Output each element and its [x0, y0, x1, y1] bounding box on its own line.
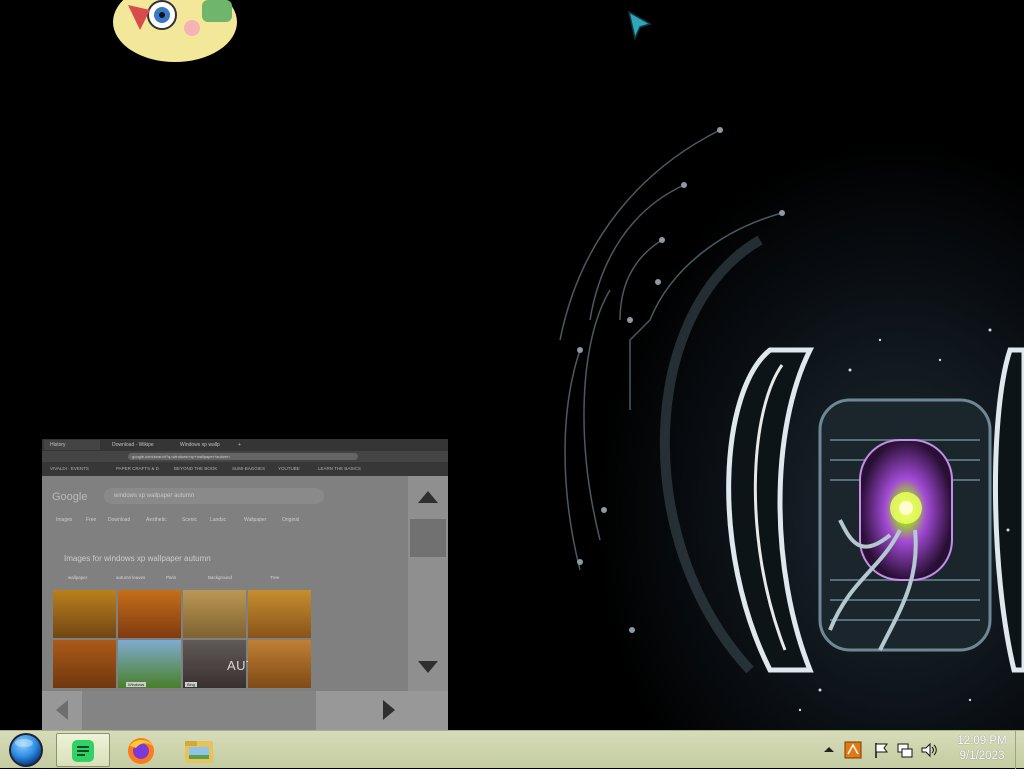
scroll-right-arrow-icon[interactable]: [383, 700, 395, 720]
related-chip[interactable]: wallpaper: [56, 573, 87, 583]
mascot-sticker: [113, 0, 237, 62]
image-thumbnail[interactable]: [118, 590, 181, 638]
thumbnail-badge: Windows: [126, 682, 147, 687]
clock-date: 9/1/2023: [959, 750, 1005, 762]
new-tab-button[interactable]: +: [232, 440, 244, 450]
results-heading[interactable]: Images for windows xp wallpaper autumn: [64, 554, 211, 563]
desktop[interactable]: History Download · Wikipe Windows xp wal…: [0, 0, 1024, 730]
folder-icon: [185, 741, 213, 763]
system-clock[interactable]: 12:09 PM 9/1/2023: [954, 734, 1010, 764]
bookmark-item[interactable]: SUMI-BAGGIES: [232, 466, 265, 472]
image-thumbnail[interactable]: Windows: [118, 640, 181, 688]
scrollbar-thumb[interactable]: [82, 691, 316, 730]
filter-chip[interactable]: Original: [282, 517, 299, 523]
notes-app-icon: [72, 740, 94, 762]
image-thumbnail[interactable]: [183, 590, 246, 638]
related-chip[interactable]: Background: [196, 573, 232, 583]
action-center-flag-icon[interactable]: [872, 741, 890, 759]
search-input[interactable]: windows xp wallpaper autumn: [104, 488, 324, 504]
bookmark-item[interactable]: YOUTUBE: [278, 466, 300, 472]
related-chip[interactable]: Tree: [258, 573, 279, 583]
bookmark-item[interactable]: LEARN THE BASICS: [318, 466, 361, 472]
clock-time: 12:09 PM: [957, 735, 1007, 747]
related-chip[interactable]: autumn leaves: [104, 573, 145, 583]
thumbnail-badge: Bing: [185, 682, 198, 687]
browser-preview-window[interactable]: History Download · Wikipe Windows xp wal…: [42, 439, 448, 730]
image-thumbnail[interactable]: [53, 590, 116, 638]
browser-tab[interactable]: Download · Wikipe: [106, 440, 170, 450]
related-chip[interactable]: Paris: [154, 573, 176, 583]
bookmark-item[interactable]: VIVALDI · EVENTS: [50, 466, 89, 472]
filter-chip[interactable]: Scenic: [182, 517, 197, 523]
bookmark-item[interactable]: BEYOND THE BOOK: [174, 466, 217, 472]
scroll-left-arrow-icon[interactable]: [56, 700, 68, 720]
scrollbar-thumb[interactable]: [410, 519, 446, 557]
firefox-icon: [128, 738, 154, 764]
scroll-up-arrow-icon[interactable]: [418, 491, 438, 503]
show-desktop-button[interactable]: [1015, 731, 1024, 769]
image-thumbnail[interactable]: [53, 640, 116, 688]
bookmark-item[interactable]: PAPER CRAFTS & D: [116, 466, 159, 472]
taskbar-app-file-explorer[interactable]: [172, 733, 226, 767]
image-thumbnail[interactable]: [248, 640, 311, 688]
google-logo[interactable]: Google: [52, 491, 87, 503]
browser-tab[interactable]: History: [44, 440, 100, 450]
tray-app-icon[interactable]: [844, 741, 862, 759]
browser-tab[interactable]: Windows xp wallp: [174, 440, 234, 450]
volume-icon[interactable]: [920, 741, 938, 759]
address-bar[interactable]: google.com/search?q=windows+xp+wallpaper…: [128, 453, 358, 460]
start-orb-icon[interactable]: [6, 732, 46, 768]
filter-chip[interactable]: Download: [108, 517, 130, 523]
taskbar-app-firefox[interactable]: [114, 733, 168, 767]
filter-chip[interactable]: Aesthetic: [146, 517, 167, 523]
filter-chip[interactable]: Images: [56, 517, 72, 523]
wallpaper-art: [520, 110, 1024, 730]
scroll-down-arrow-icon[interactable]: [418, 661, 438, 673]
show-hidden-icons-chevron-icon[interactable]: [820, 741, 838, 759]
filter-chip[interactable]: Free: [86, 517, 96, 523]
filter-chip[interactable]: Landsc: [210, 517, 226, 523]
image-thumbnail[interactable]: [248, 590, 311, 638]
taskbar-app-notes[interactable]: [56, 733, 110, 767]
taskbar: 12:09 PM 9/1/2023: [0, 730, 1024, 769]
browser-tab-strip: [42, 439, 448, 451]
mouse-cursor-icon: [627, 10, 652, 41]
filter-chip[interactable]: Wallpaper: [244, 517, 266, 523]
network-icon[interactable]: [896, 741, 914, 759]
